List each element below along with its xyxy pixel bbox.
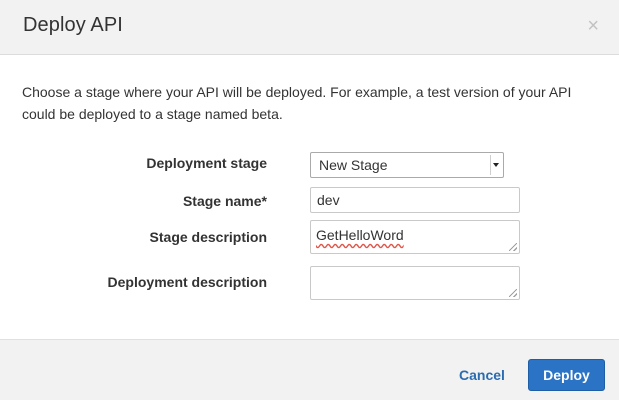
dialog-footer: Cancel Deploy: [0, 339, 619, 400]
dialog-body: Choose a stage where your API will be de…: [0, 56, 619, 339]
close-icon[interactable]: ×: [587, 16, 599, 36]
deploy-button[interactable]: Deploy: [528, 359, 605, 391]
resize-grip-icon[interactable]: [509, 289, 517, 297]
deployment-description-textarea[interactable]: [310, 266, 520, 300]
chevron-down-icon: [490, 155, 501, 175]
stage-description-textarea[interactable]: GetHelloWord: [310, 220, 520, 254]
intro-text: Choose a stage where your API will be de…: [22, 84, 572, 122]
stage-name-row: Stage name* dev: [0, 186, 619, 220]
dialog-title: Deploy API: [23, 14, 123, 36]
stage-name-label: Stage name*: [182, 193, 267, 209]
stage-name-input[interactable]: dev: [310, 187, 520, 213]
deployment-description-row: Deployment description: [0, 266, 619, 300]
dialog-header: Deploy API ×: [0, 0, 619, 55]
stage-name-value: dev: [317, 192, 340, 208]
stage-description-value: GetHelloWord: [316, 227, 404, 243]
deployment-stage-row: Deployment stage New Stage: [0, 152, 619, 186]
stage-description-row: Stage description GetHelloWord: [0, 220, 619, 254]
stage-description-label: Stage description: [149, 229, 267, 245]
deploy-api-dialog: Deploy API × Choose a stage where your A…: [0, 0, 619, 400]
deployment-stage-select[interactable]: New Stage: [310, 152, 504, 178]
resize-grip-icon[interactable]: [509, 243, 517, 251]
deployment-stage-value: New Stage: [319, 157, 388, 173]
cancel-button[interactable]: Cancel: [459, 367, 505, 383]
deployment-description-label: Deployment description: [107, 274, 267, 290]
deployment-stage-label: Deployment stage: [146, 155, 267, 171]
